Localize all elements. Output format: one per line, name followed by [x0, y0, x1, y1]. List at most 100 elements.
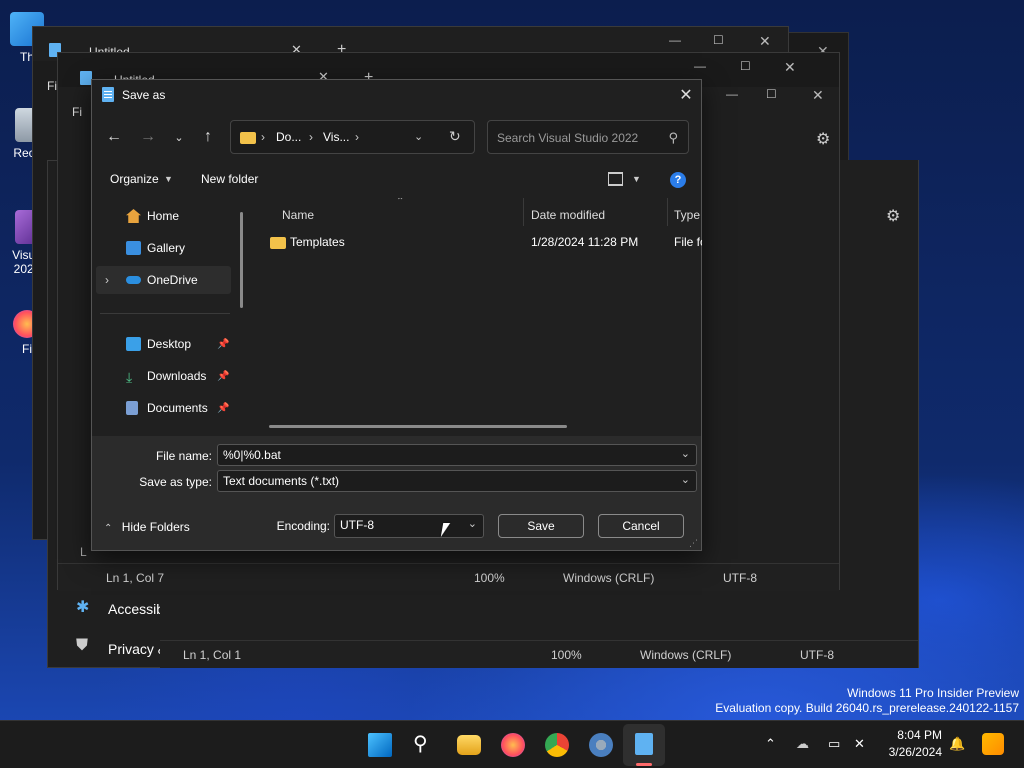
network-icon[interactable]: ▭ — [828, 736, 840, 752]
close-icon[interactable]: ✕ — [812, 87, 824, 104]
refresh-icon[interactable]: ↻ — [449, 128, 461, 145]
settings-gear-icon[interactable] — [589, 733, 613, 757]
column-header-name[interactable]: Name — [282, 208, 314, 222]
search-placeholder: Search Visual Studio 2022 — [497, 131, 639, 145]
file-name-label: File name: — [155, 449, 212, 463]
up-arrow-icon[interactable]: ↑ — [195, 124, 221, 150]
volume-mute-icon[interactable]: ✕ — [854, 736, 865, 752]
forward-arrow-icon[interactable]: → — [135, 124, 161, 150]
status-line-ending[interactable]: Windows (CRLF) — [640, 648, 731, 662]
status-bar: Ln 1, Col 1 100% Windows (CRLF) UTF-8 — [160, 640, 918, 668]
view-chevron-icon[interactable]: ▼ — [632, 174, 641, 184]
cancel-button[interactable]: Cancel — [598, 514, 684, 538]
dialog-titlebar[interactable]: Save as ✕ — [92, 80, 701, 110]
file-name-cell: Templates — [290, 235, 345, 249]
search-icon[interactable]: ⚲ — [413, 733, 437, 757]
close-icon[interactable]: ✕ — [671, 80, 701, 110]
address-dropdown-chevron-icon[interactable]: ⌄ — [414, 130, 423, 143]
file-name-input[interactable]: %0|%0.bat ⌄ — [217, 444, 697, 466]
close-icon[interactable]: ✕ — [759, 33, 771, 50]
breadcrumb-visual-studio[interactable]: Vis... — [323, 130, 349, 144]
active-indicator — [636, 763, 652, 766]
minimize-icon[interactable]: — — [669, 33, 681, 47]
gear-icon[interactable]: ⚙ — [886, 206, 900, 226]
nav-item-onedrive[interactable]: › OneDrive — [96, 266, 231, 294]
maximize-icon[interactable]: ☐ — [713, 33, 724, 47]
nav-item-gallery[interactable]: Gallery — [92, 234, 232, 262]
organize-chevron-icon: ▼ — [164, 174, 173, 184]
chrome-icon[interactable] — [545, 733, 569, 757]
nav-item-downloads[interactable]: ⤓ Downloads 📌 — [92, 362, 232, 390]
nav-item-home[interactable]: Home — [92, 202, 232, 230]
settings-nav-accessibility[interactable]: Accessib — [108, 601, 164, 617]
resize-grip-icon[interactable]: ⋰ — [689, 538, 698, 549]
cloud-offline-icon[interactable]: ☁ — [796, 736, 809, 752]
status-encoding[interactable]: UTF-8 — [723, 571, 757, 585]
breadcrumb-documents[interactable]: Do... — [276, 130, 301, 144]
notification-bell-icon[interactable]: 🔔 — [949, 736, 965, 752]
help-icon[interactable]: ? — [670, 172, 686, 188]
status-zoom[interactable]: 100% — [474, 571, 505, 585]
pin-icon: 📌 — [217, 370, 230, 382]
save-button[interactable]: Save — [498, 514, 584, 538]
column-header-date-modified[interactable]: Date modified — [531, 208, 605, 222]
settings-nav-privacy[interactable]: Privacy & — [108, 641, 167, 657]
chevron-down-icon[interactable]: ⌄ — [681, 447, 690, 460]
pin-icon: 📌 — [217, 338, 230, 350]
organize-button[interactable]: Organize — [110, 172, 159, 186]
new-folder-button[interactable]: New folder — [201, 172, 258, 186]
breadcrumb-separator-icon[interactable]: › — [355, 130, 359, 144]
dialog-title: Save as — [122, 88, 166, 102]
status-zoom[interactable]: 100% — [551, 648, 582, 662]
save-type-value: Text documents (*.txt) — [223, 474, 340, 488]
sort-ascending-icon: ⌃ — [396, 198, 405, 207]
file-list-scrollbar[interactable] — [269, 425, 567, 428]
gear-icon[interactable]: ⚙ — [816, 129, 830, 149]
nav-item-documents[interactable]: Documents 📌 — [92, 394, 232, 422]
recent-locations-chevron-icon[interactable]: ⌄ — [166, 124, 192, 150]
copilot-icon[interactable] — [982, 733, 1004, 755]
gallery-icon — [126, 241, 141, 255]
address-bar[interactable]: › Do... › Vis... › ⌄ ↻ — [230, 120, 475, 154]
start-icon[interactable] — [368, 733, 392, 757]
nav-pane-scrollbar[interactable] — [240, 212, 243, 308]
notepad-taskbar-button[interactable] — [623, 724, 665, 766]
maximize-icon[interactable]: ☐ — [766, 87, 777, 101]
status-bar: Ln 1, Col 7 100% Windows (CRLF) UTF-8 — [58, 563, 839, 591]
chevron-down-icon: ⌄ — [680, 474, 690, 486]
status-encoding[interactable]: UTF-8 — [800, 648, 834, 662]
save-as-dialog[interactable]: Save as ✕ ← → ⌄ ↑ › Do... › Vis... › ⌄ ↻… — [91, 79, 702, 551]
menu-file[interactable]: Fi — [72, 105, 82, 119]
status-line-ending[interactable]: Windows (CRLF) — [563, 571, 654, 585]
firefox-icon[interactable] — [501, 733, 525, 757]
save-type-label: Save as type: — [139, 475, 212, 489]
clock[interactable]: 8:04 PM 3/26/2024 — [889, 727, 942, 761]
save-type-select[interactable]: Text documents (*.txt) ⌄ — [217, 470, 697, 492]
nav-divider — [100, 313, 230, 314]
search-input[interactable]: Search Visual Studio 2022 ⚲ — [487, 120, 689, 154]
taskbar: ⚲ ⌃ ☁ ▭ ✕ 8:04 PM 3/26/2024 🔔 — [0, 720, 1024, 768]
view-options-icon[interactable] — [608, 172, 623, 186]
clock-date: 3/26/2024 — [888, 745, 942, 759]
back-arrow-icon[interactable]: ← — [101, 124, 127, 150]
maximize-icon[interactable]: ☐ — [740, 59, 751, 73]
folder-icon — [270, 237, 286, 249]
hide-folders-button[interactable]: ⌃ Hide Folders — [104, 520, 190, 534]
minimize-icon[interactable]: — — [726, 87, 738, 101]
file-explorer-icon[interactable] — [457, 735, 481, 755]
file-type-cell: File fo — [674, 235, 702, 249]
folder-icon — [240, 132, 256, 144]
column-header-type[interactable]: Type — [674, 208, 700, 222]
accessibility-icon: ✱ — [76, 599, 90, 616]
minimize-icon[interactable]: — — [694, 59, 706, 73]
breadcrumb-separator-icon: › — [309, 130, 313, 144]
chevron-up-icon[interactable]: ⌃ — [765, 736, 776, 752]
file-row[interactable]: Templates 1/28/2024 11:28 PM File fo — [250, 228, 702, 254]
pin-icon: 📌 — [217, 402, 230, 414]
chevron-up-icon: ⌃ — [104, 523, 113, 534]
encoding-select[interactable]: UTF-8 ⌄ — [334, 514, 484, 538]
nav-item-desktop[interactable]: Desktop 📌 — [92, 330, 232, 358]
expand-chevron-icon[interactable]: › — [105, 273, 109, 287]
close-icon[interactable]: ✕ — [784, 59, 796, 76]
home-icon — [126, 209, 141, 223]
